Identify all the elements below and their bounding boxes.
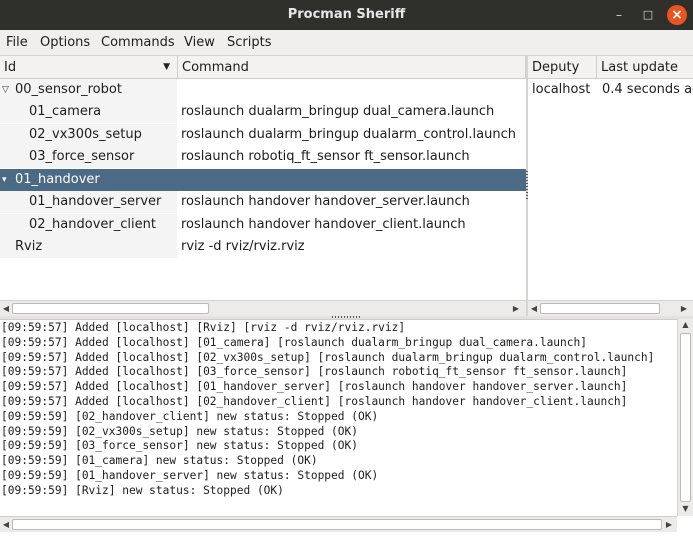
log-line: [09:59:59] [03_force_sensor] new status:… — [1, 439, 358, 452]
log-line: [09:59:59] [01_handover_server] new stat… — [1, 469, 379, 482]
log-line: [09:59:57] Added [localhost] [03_force_s… — [1, 365, 628, 378]
deputy-horizontal-scrollbar[interactable]: ◀ ▶ — [528, 300, 693, 316]
scrollbar-thumb[interactable] — [12, 519, 662, 530]
process-command: roslaunch handover handover_client.launc… — [181, 217, 466, 232]
scroll-right-icon[interactable]: ▶ — [678, 301, 690, 316]
log-line: [09:59:57] Added [localhost] [01_camera]… — [1, 336, 587, 349]
log-line: [09:59:57] Added [localhost] [01_handove… — [1, 380, 628, 393]
expanded-arrow-icon[interactable]: ▾ — [2, 169, 7, 191]
scrollbar-thumb[interactable] — [540, 303, 660, 314]
menu-view[interactable]: View — [184, 30, 215, 55]
menu-scripts[interactable]: Scripts — [227, 30, 271, 55]
process-id: 01_handover_server — [29, 194, 162, 209]
process-id: 03_force_sensor — [29, 149, 135, 164]
scroll-up-icon[interactable]: ▲ — [678, 319, 693, 331]
log-line: [09:59:57] Added [localhost] [Rviz] [rvi… — [1, 321, 406, 334]
column-header-command-label: Command — [182, 60, 249, 75]
deputy-name: localhost — [532, 82, 591, 97]
scroll-down-icon[interactable]: ▼ — [678, 503, 693, 515]
menu-file[interactable]: File — [6, 30, 28, 55]
column-header-command[interactable]: Command — [178, 56, 526, 79]
group-id: 00_sensor_robot — [15, 82, 122, 97]
tree-row[interactable]: 02_handover_client roslaunch handover ha… — [0, 214, 526, 236]
title-bar: Procman Sheriff – □ × — [0, 0, 693, 30]
log-output[interactable]: [09:59:57] Added [localhost] [Rviz] [rvi… — [0, 319, 677, 517]
scrollbar-thumb[interactable] — [680, 333, 691, 502]
expanded-arrow-icon[interactable]: ▽ — [2, 79, 9, 101]
tree-group-row[interactable]: ▽ 00_sensor_robot — [0, 79, 526, 101]
log-vertical-scrollbar[interactable]: ▲ ▼ — [677, 319, 693, 516]
menu-commands[interactable]: Commands — [101, 30, 175, 55]
process-command: roslaunch handover handover_server.launc… — [181, 194, 470, 209]
process-command: roslaunch robotiq_ft_sensor ft_sensor.la… — [181, 149, 470, 164]
column-header-deputy-label: Deputy — [532, 60, 580, 75]
process-id: 02_handover_client — [29, 217, 156, 232]
tree-row[interactable]: 01_handover_server roslaunch handover ha… — [0, 191, 526, 213]
deputy-table[interactable]: Deputy Last update localhost 0.4 seconds… — [528, 56, 693, 300]
process-command: rviz -d rviz/rviz.rviz — [181, 239, 305, 254]
log-line: [09:59:57] Added [localhost] [02_handove… — [1, 395, 628, 408]
menu-bar: File Options Commands View Scripts — [0, 30, 693, 56]
process-id: 02_vx300s_setup — [29, 127, 142, 142]
group-id: 01_handover — [15, 172, 100, 187]
scroll-right-icon[interactable]: ▶ — [663, 517, 675, 532]
scroll-left-icon[interactable]: ◀ — [0, 517, 12, 532]
process-id: Rviz — [15, 239, 43, 254]
column-header-last-update-label: Last update — [601, 60, 679, 75]
tree-group-row-selected[interactable]: ▾ 01_handover — [0, 169, 526, 191]
process-command: roslaunch dualarm_bringup dual_camera.la… — [181, 104, 495, 119]
column-header-deputy[interactable]: Deputy — [528, 56, 597, 79]
command-tree[interactable]: Id ▼ Command ▽ 00_sensor_robot 01_camera… — [0, 56, 526, 300]
column-header-last-update[interactable]: Last update — [597, 56, 693, 79]
column-header-id-label: Id — [4, 60, 17, 75]
process-command: roslaunch dualarm_bringup dualarm_contro… — [181, 127, 516, 142]
tree-row[interactable]: 03_force_sensor roslaunch robotiq_ft_sen… — [0, 146, 526, 168]
log-horizontal-scrollbar[interactable]: ◀ ▶ — [0, 516, 677, 532]
log-line: [09:59:59] [02_handover_client] new stat… — [1, 410, 379, 423]
close-icon[interactable]: × — [667, 5, 687, 25]
log-line: [09:59:59] [02_vx300s_setup] new status:… — [1, 425, 358, 438]
scroll-right-icon[interactable]: ▶ — [510, 301, 522, 316]
tree-row[interactable]: Rviz rviz -d rviz/rviz.rviz — [0, 236, 526, 258]
splitter-grip[interactable] — [332, 316, 362, 318]
process-id: 01_camera — [29, 104, 102, 119]
window-title: Procman Sheriff — [287, 7, 406, 22]
deputy-last-update: 0.4 seconds ago — [602, 82, 693, 97]
column-header-id[interactable]: Id ▼ — [0, 56, 178, 79]
log-line: [09:59:59] [01_camera] new status: Stopp… — [1, 454, 318, 467]
tree-row[interactable]: 02_vx300s_setup roslaunch dualarm_bringu… — [0, 124, 526, 146]
sort-descending-icon: ▼ — [163, 62, 170, 72]
tree-row[interactable]: 01_camera roslaunch dualarm_bringup dual… — [0, 101, 526, 123]
menu-options[interactable]: Options — [40, 30, 90, 55]
tree-horizontal-scrollbar[interactable]: ◀ ▶ — [0, 300, 526, 316]
scroll-left-icon[interactable]: ◀ — [528, 301, 540, 316]
scrollbar-thumb[interactable] — [12, 303, 209, 314]
log-line: [09:59:59] [Rviz] new status: Stopped (O… — [1, 484, 284, 497]
minimize-icon[interactable]: – — [609, 5, 629, 25]
scroll-left-icon[interactable]: ◀ — [0, 301, 12, 316]
log-line: [09:59:57] Added [localhost] [02_vx300s_… — [1, 351, 655, 364]
maximize-icon[interactable]: □ — [638, 5, 658, 25]
deputy-row[interactable]: localhost 0.4 seconds ago — [528, 79, 693, 101]
